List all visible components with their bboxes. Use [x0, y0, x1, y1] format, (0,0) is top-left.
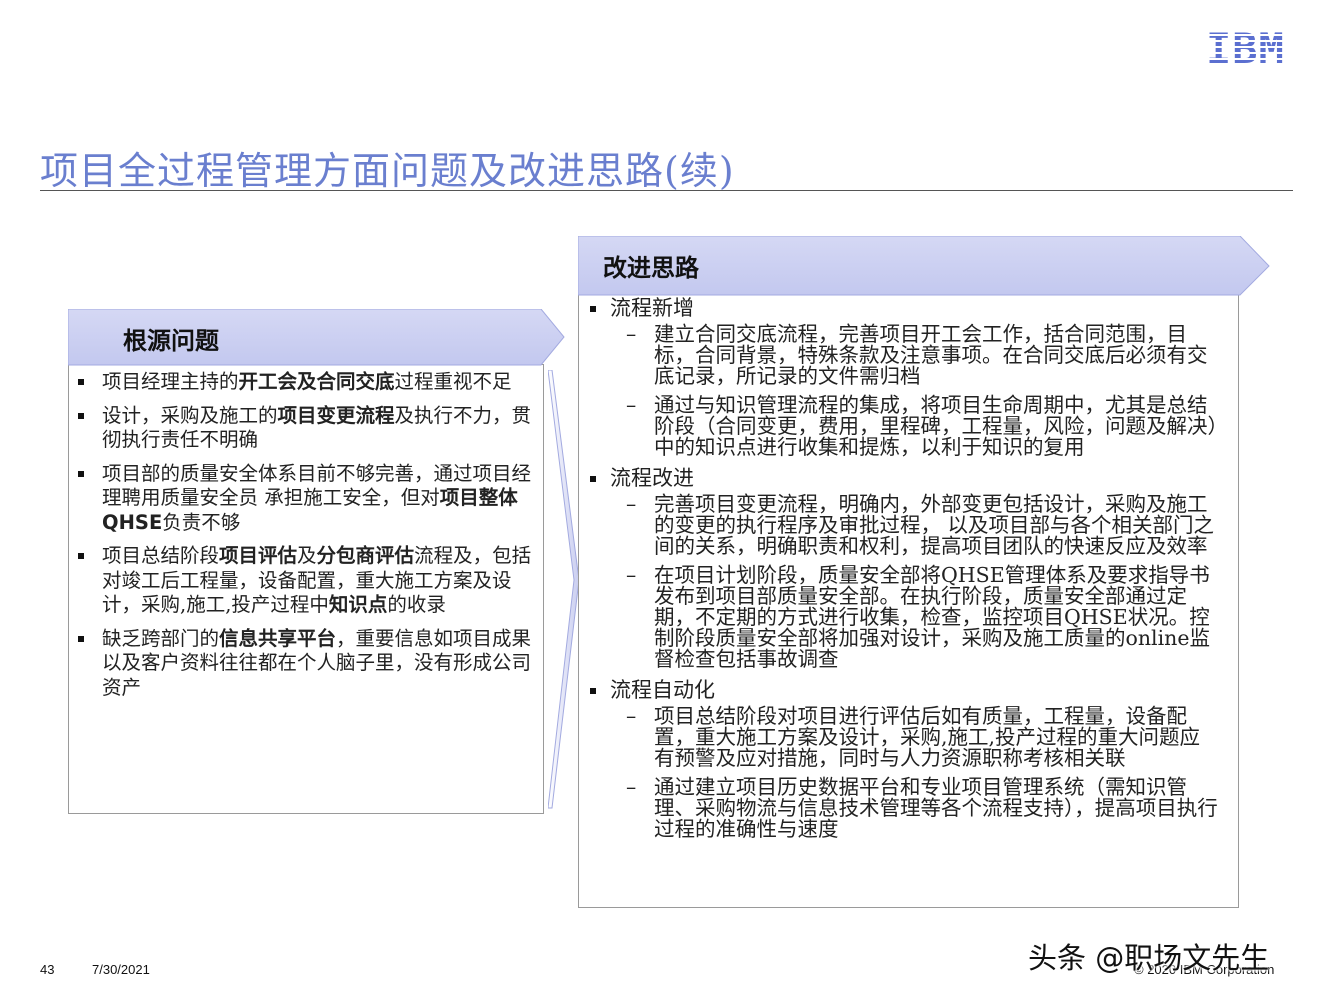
- improvement-header: 改进思路: [578, 236, 1270, 296]
- highlight-text: 项目变更流程: [277, 403, 395, 427]
- section-item: 项目总结阶段对项目进行评估后如有质量，工程量，设备配置，重大施工方案及设计，采购…: [626, 706, 1228, 769]
- root-cause-item: 缺乏跨部门的信息共享平台，重要信息如项目成果以及客户资料往往都在个人脑子里，没有…: [76, 627, 538, 701]
- highlight-text: 分包商评估: [316, 544, 415, 567]
- item-text: 的收录: [387, 593, 446, 616]
- section-item: 通过与知识管理流程的集成，将项目生命周期中，尤其是总结阶段（合同变更，费用，里程…: [626, 395, 1228, 458]
- item-text: 项目经理主持的: [102, 370, 239, 393]
- root-cause-item: 项目总结阶段项目评估及分包商评估流程及，包括对竣工后工程量，设备配置，重大施工方…: [76, 544, 538, 618]
- ibm-logo: IBM: [1206, 28, 1294, 70]
- improvement-header-label: 改进思路: [603, 254, 699, 282]
- item-text: 项目总结阶段: [102, 544, 220, 567]
- root-cause-list: 项目经理主持的开工会及合同交底过程重视不足设计，采购及施工的项目变更流程及执行不…: [76, 370, 538, 709]
- section-item: 通过建立项目历史数据平台和专业项目管理系统（需知识管理、采购物流与信息技术管理等…: [626, 777, 1228, 840]
- page-title: 项目全过程管理方面问题及改进思路(续): [40, 149, 735, 193]
- item-text: 过程重视不足: [394, 370, 512, 393]
- root-cause-item: 项目部的质量安全体系目前不够完善，通过项目经理聘用质量安全员 承担施工安全，但对…: [76, 462, 538, 536]
- root-cause-item: 设计，采购及施工的项目变更流程及执行不力，贯彻执行责任不明确: [76, 404, 538, 453]
- highlight-text: 信息共享平台: [219, 626, 337, 650]
- item-text: 及: [297, 544, 317, 567]
- flow-chevron-icon: [548, 370, 580, 809]
- page-number: 43: [40, 962, 55, 977]
- root-cause-header: 根源问题: [68, 309, 565, 366]
- highlight-text: 项目评估: [219, 544, 298, 567]
- highlight-text: 开工会及合同交底: [238, 370, 395, 393]
- section-title: 流程改进: [588, 466, 1228, 490]
- improvement-list: 流程新增建立合同交底流程，完善项目开工会工作，括合同范围，目标，合同背景，特殊条…: [588, 296, 1228, 848]
- footer-date: 7/30/2021: [92, 962, 150, 977]
- watermark: 头条 @职场文先生: [1028, 941, 1270, 975]
- item-text: 缺乏跨部门的: [102, 626, 220, 650]
- section-item: 建立合同交底流程，完善项目开工会工作，括合同范围，目标，合同背景，特殊条款及注意…: [626, 324, 1228, 387]
- section-title: 流程新增: [588, 296, 1228, 320]
- title-divider: [40, 190, 1293, 191]
- item-text: 设计，采购及施工的: [102, 403, 278, 427]
- highlight-text: 知识点: [328, 593, 388, 616]
- item-text: 负责不够: [162, 510, 241, 534]
- section-item: 完善项目变更流程，明确内，外部变更包括设计，采购及施工的变更的执行程序及审批过程…: [626, 494, 1228, 557]
- section-item: 在项目计划阶段，质量安全部将QHSE管理体系及要求指导书发布到项目部质量安全部。…: [626, 565, 1228, 670]
- root-cause-item: 项目经理主持的开工会及合同交底过程重视不足: [76, 370, 538, 395]
- root-cause-header-label: 根源问题: [123, 327, 219, 355]
- section-title: 流程自动化: [588, 678, 1228, 702]
